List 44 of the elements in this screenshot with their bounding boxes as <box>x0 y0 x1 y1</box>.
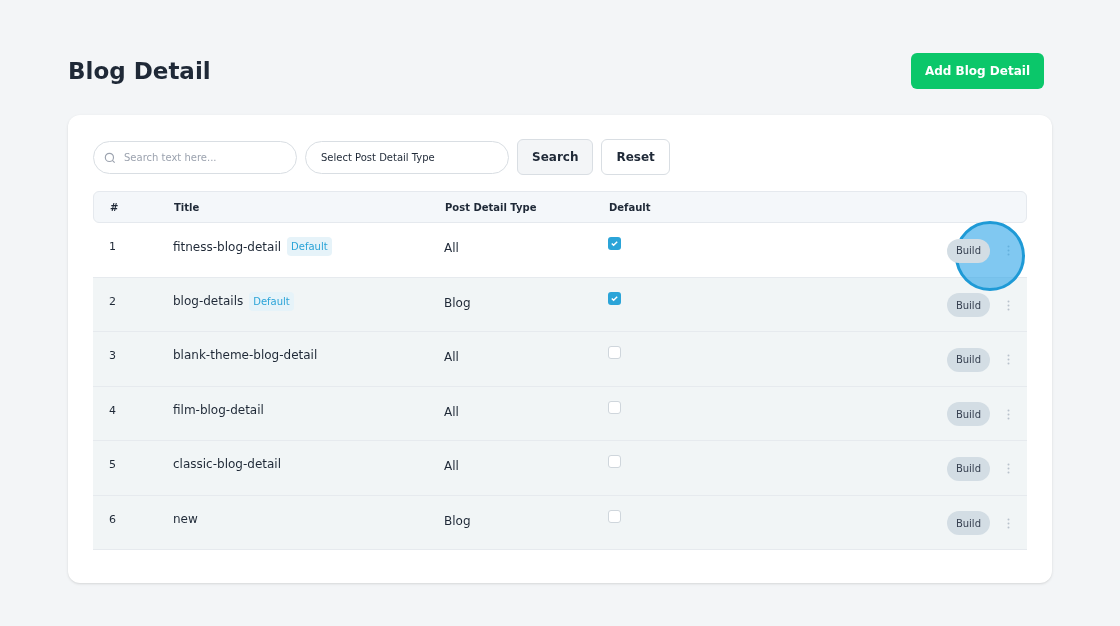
reset-button[interactable]: Reset <box>601 139 670 175</box>
post-type: Blog <box>444 294 472 312</box>
build-button[interactable]: Build <box>946 347 990 372</box>
column-header: # <box>109 200 120 215</box>
default-checkbox[interactable] <box>608 237 621 250</box>
search-field[interactable]: Search text here... <box>93 140 297 174</box>
column-header: Post Detail Type <box>445 200 538 215</box>
default-checkbox[interactable] <box>608 346 621 359</box>
default-checkbox[interactable] <box>608 509 621 523</box>
row-index: 1 <box>108 239 117 255</box>
column-header: Default <box>609 200 651 215</box>
build-button[interactable]: Build <box>946 402 990 427</box>
post-type: All <box>444 458 460 475</box>
search-icon <box>103 150 117 165</box>
default-tag: Default <box>249 291 294 311</box>
row-title: blank-theme-blog-detail <box>173 347 318 364</box>
build-button[interactable]: Build <box>946 238 990 263</box>
check-icon <box>610 293 619 303</box>
build-button[interactable]: Build <box>946 511 990 536</box>
row-index: 6 <box>108 511 117 528</box>
default-checkbox[interactable] <box>608 455 621 468</box>
post-type: All <box>444 240 460 257</box>
row-index: 3 <box>108 348 117 364</box>
row-index: 5 <box>108 457 117 473</box>
click-indicator <box>955 221 1025 291</box>
default-checkbox[interactable] <box>608 400 621 414</box>
row-title: film-blog-detail <box>173 401 264 419</box>
row-title: fitness-blog-detail <box>173 238 282 256</box>
row-index: 4 <box>108 402 117 419</box>
post-type: All <box>444 349 460 366</box>
column-header: Title <box>174 200 201 215</box>
build-button[interactable]: Build <box>946 293 990 318</box>
post-type: All <box>444 403 460 421</box>
search-button[interactable]: Search <box>517 139 594 175</box>
post-type: Blog <box>444 512 472 530</box>
row-index: 2 <box>108 293 117 310</box>
row-title: classic-blog-detail <box>173 456 282 473</box>
build-button[interactable]: Build <box>946 456 990 481</box>
default-checkbox[interactable] <box>608 291 621 305</box>
row-title: blog-details <box>173 293 244 310</box>
check-icon <box>610 239 619 248</box>
row-title: new <box>173 510 198 528</box>
default-tag: Default <box>287 237 332 256</box>
page-title: Blog Detail <box>68 56 211 86</box>
